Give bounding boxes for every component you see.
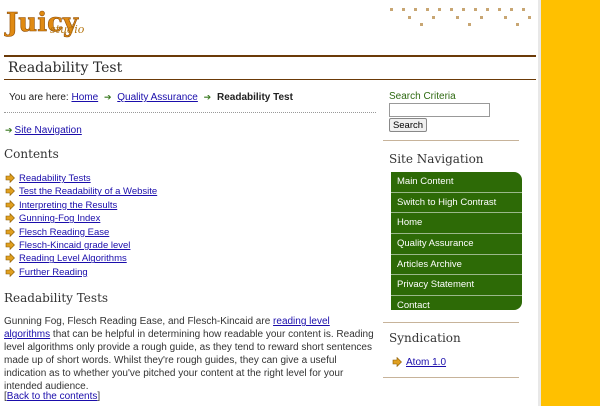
breadcrumb-home[interactable]: Home: [71, 92, 98, 103]
nav-articles-archive[interactable]: Articles Archive: [391, 255, 522, 276]
green-arrow-icon: ➔: [5, 125, 13, 135]
breadcrumb: You are here: Home ➔ Quality Assurance ➔…: [9, 92, 293, 103]
orange-arrow-icon: [392, 356, 406, 368]
page-title-bar: Readability Test: [4, 55, 536, 80]
orange-arrow-icon: [5, 172, 19, 185]
list-item: Readability Tests: [5, 172, 157, 185]
green-arrow-icon: ➔: [103, 92, 112, 102]
paragraph-text: Gunning Fog, Flesch Reading Ease, and Fl…: [4, 316, 274, 327]
nav-quality-assurance[interactable]: Quality Assurance: [391, 234, 522, 255]
toc-gunning-fog[interactable]: Gunning-Fog Index: [19, 213, 100, 224]
logo-sub: studio: [50, 23, 84, 36]
orange-arrow-icon: [5, 266, 19, 279]
section-paragraph: Gunning Fog, Flesch Reading Ease, and Fl…: [4, 315, 376, 393]
toc-reading-level-algorithms[interactable]: Reading Level Algorithms: [19, 253, 127, 264]
orange-arrow-icon: [5, 226, 19, 239]
decorative-dots: [390, 8, 531, 26]
list-item: Gunning-Fog Index: [5, 212, 157, 225]
sidebar-divider: [383, 140, 519, 141]
contents-list: Readability Tests Test the Readability o…: [5, 172, 157, 279]
toc-flesch-kincaid[interactable]: Flesch-Kincaid grade level: [19, 240, 130, 251]
list-item: Atom 1.0: [392, 356, 446, 368]
list-item: Reading Level Algorithms: [5, 252, 157, 265]
accent-stripe: [541, 0, 600, 406]
search-label: Search Criteria: [389, 91, 456, 102]
breadcrumb-quality-assurance[interactable]: Quality Assurance: [117, 92, 198, 103]
nav-contact[interactable]: Contact: [391, 296, 522, 316]
breadcrumb-prefix: You are here:: [9, 92, 69, 103]
toc-interpreting-results[interactable]: Interpreting the Results: [19, 200, 117, 211]
orange-arrow-icon: [5, 252, 19, 265]
list-item: Test the Readability of a Website: [5, 185, 157, 198]
breadcrumb-current: Readability Test: [216, 92, 293, 103]
divider: [4, 112, 376, 113]
list-item: Flesch Reading Ease: [5, 226, 157, 239]
orange-arrow-icon: [5, 239, 19, 252]
orange-arrow-icon: [5, 212, 19, 225]
back-to-contents: [Back to the contents]: [4, 391, 100, 402]
nav-privacy-statement[interactable]: Privacy Statement: [391, 275, 522, 297]
bracket-close: ]: [97, 391, 101, 402]
search-button[interactable]: Search: [389, 118, 427, 132]
toc-test-readability-website[interactable]: Test the Readability of a Website: [19, 186, 157, 197]
juicy-studio-logo[interactable]: Juicy studio: [4, 5, 84, 39]
nav-home[interactable]: Home: [391, 213, 522, 235]
page-title: Readability Test: [8, 60, 123, 76]
skip-to-site-navigation-link[interactable]: Site Navigation: [15, 125, 82, 136]
toc-flesch-reading-ease[interactable]: Flesch Reading Ease: [19, 227, 109, 238]
toc-readability-tests[interactable]: Readability Tests: [19, 173, 91, 184]
atom-feed-link[interactable]: Atom 1.0: [406, 357, 446, 368]
nav-high-contrast[interactable]: Switch to High Contrast: [391, 193, 522, 214]
back-to-contents-link[interactable]: Back to the contents: [7, 391, 98, 402]
toc-further-reading[interactable]: Further Reading: [19, 267, 88, 278]
skip-link-container: ➔ Site Navigation: [5, 125, 82, 136]
site-header: Juicy studio: [0, 0, 538, 55]
sidebar-divider: [383, 377, 519, 378]
orange-arrow-icon: [5, 185, 19, 198]
orange-arrow-icon: [5, 199, 19, 212]
paragraph-text: that can be helpful in determining how r…: [4, 329, 374, 392]
contents-heading: Contents: [4, 147, 59, 161]
list-item: Further Reading: [5, 266, 157, 279]
list-item: Flesch-Kincaid grade level: [5, 239, 157, 252]
sidebar-divider: [383, 322, 519, 323]
search-input[interactable]: [389, 103, 490, 117]
list-item: Interpreting the Results: [5, 199, 157, 212]
green-arrow-icon: ➔: [203, 92, 212, 102]
section-heading: Readability Tests: [4, 291, 109, 305]
site-navigation-menu: Main Content Switch to High Contrast Hom…: [391, 172, 522, 311]
nav-main-content[interactable]: Main Content: [391, 172, 522, 193]
site-navigation-heading: Site Navigation: [389, 152, 484, 166]
syndication-heading: Syndication: [389, 331, 461, 345]
